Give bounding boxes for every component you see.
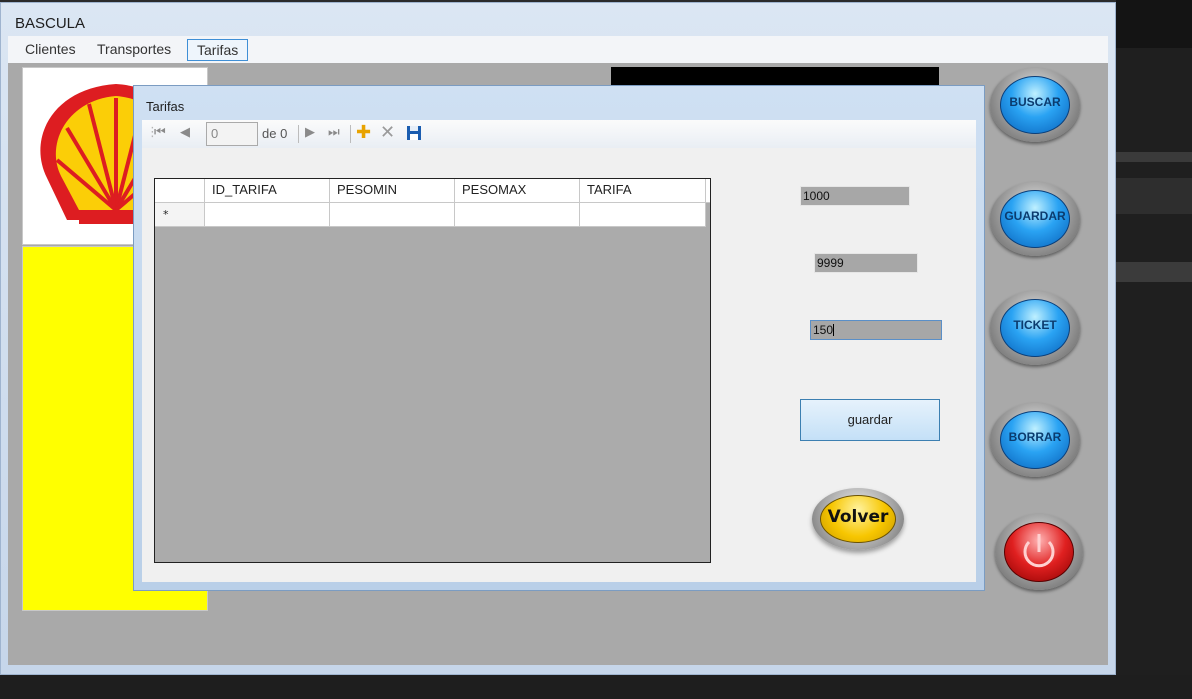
position-field[interactable]: 0 bbox=[206, 122, 258, 146]
grid-header: ID_TARIFA PESOMIN PESOMAX TARIFA bbox=[155, 179, 710, 203]
cell-pesomax[interactable] bbox=[455, 203, 580, 227]
menu-tarifas[interactable]: Tarifas bbox=[187, 39, 249, 61]
ticket-button[interactable]: TICKET bbox=[990, 291, 1080, 365]
move-previous-icon[interactable]: ◀ bbox=[180, 125, 190, 140]
menu-clientes[interactable]: Clientes bbox=[16, 39, 85, 61]
dialog-body: ⋮ ⏮ ◀ 0 de 0 ▶ ⏭ ✚ ✕ ID_TARIFA PESOMIN P… bbox=[142, 120, 976, 582]
text-caret bbox=[833, 324, 835, 336]
buscar-button[interactable]: BUSCAR bbox=[990, 68, 1080, 142]
separator bbox=[350, 125, 351, 143]
desktop-background bbox=[0, 675, 1192, 699]
power-button[interactable] bbox=[995, 514, 1083, 590]
window-title: BASCULA bbox=[15, 15, 86, 32]
binding-navigator: ⋮ ⏮ ◀ 0 de 0 ▶ ⏭ ✚ ✕ bbox=[142, 120, 976, 148]
save-icon[interactable] bbox=[406, 125, 422, 141]
column-pesomax[interactable]: PESOMAX bbox=[455, 179, 580, 203]
cell-tarifa[interactable] bbox=[580, 203, 706, 227]
tarifas-dialog: Tarifas ⋮ ⏮ ◀ 0 de 0 ▶ ⏭ ✚ ✕ ID_TARIFA P bbox=[133, 85, 985, 591]
separator bbox=[298, 125, 299, 143]
move-next-icon[interactable]: ▶ bbox=[305, 125, 315, 140]
dialog-title: Tarifas bbox=[146, 99, 185, 114]
guardar-side-button[interactable]: GUARDAR bbox=[990, 182, 1080, 256]
tarifa-field[interactable]: 150 bbox=[810, 320, 942, 340]
desktop-background bbox=[1116, 178, 1192, 214]
ticket-label: TICKET bbox=[1013, 318, 1057, 332]
add-new-icon[interactable]: ✚ bbox=[356, 122, 371, 143]
volver-label: Volver bbox=[827, 507, 889, 527]
column-tarifa[interactable]: TARIFA bbox=[580, 179, 706, 203]
guardar-button[interactable]: guardar bbox=[800, 399, 940, 441]
buscar-label: BUSCAR bbox=[1009, 95, 1061, 109]
column-pesomin[interactable]: PESOMIN bbox=[330, 179, 455, 203]
tarifa-value: 150 bbox=[813, 323, 834, 337]
pesomax-field[interactable]: 9999 bbox=[814, 253, 918, 273]
column-id-tarifa[interactable]: ID_TARIFA bbox=[205, 179, 330, 203]
count-label: de 0 bbox=[262, 126, 288, 141]
volver-button[interactable]: Volver bbox=[812, 488, 904, 550]
power-icon bbox=[1023, 534, 1055, 568]
cell-id-tarifa[interactable] bbox=[205, 203, 330, 227]
move-last-icon[interactable]: ⏭ bbox=[328, 125, 340, 140]
table-row[interactable]: * bbox=[155, 203, 706, 227]
desktop-background bbox=[1116, 152, 1192, 162]
cell-pesomin[interactable] bbox=[330, 203, 455, 227]
borrar-button[interactable]: BORRAR bbox=[990, 403, 1080, 477]
desktop-background bbox=[1116, 262, 1192, 282]
move-first-icon[interactable]: ⏮ bbox=[154, 125, 166, 140]
borrar-label: BORRAR bbox=[1008, 430, 1062, 444]
menu-transportes[interactable]: Transportes bbox=[88, 39, 180, 61]
desktop-background bbox=[1116, 0, 1192, 675]
row-header-corner bbox=[155, 179, 205, 203]
guardar-side-label: GUARDAR bbox=[1004, 209, 1066, 223]
desktop-background bbox=[1116, 0, 1192, 48]
pesomin-field[interactable]: 1000 bbox=[800, 186, 910, 206]
row-header[interactable]: * bbox=[155, 203, 205, 227]
new-row-marker: * bbox=[163, 208, 169, 221]
delete-icon[interactable]: ✕ bbox=[380, 122, 395, 143]
tarifas-grid[interactable]: ID_TARIFA PESOMIN PESOMAX TARIFA * bbox=[154, 178, 711, 563]
menu-bar: Clientes Transportes Tarifas bbox=[8, 36, 1108, 63]
